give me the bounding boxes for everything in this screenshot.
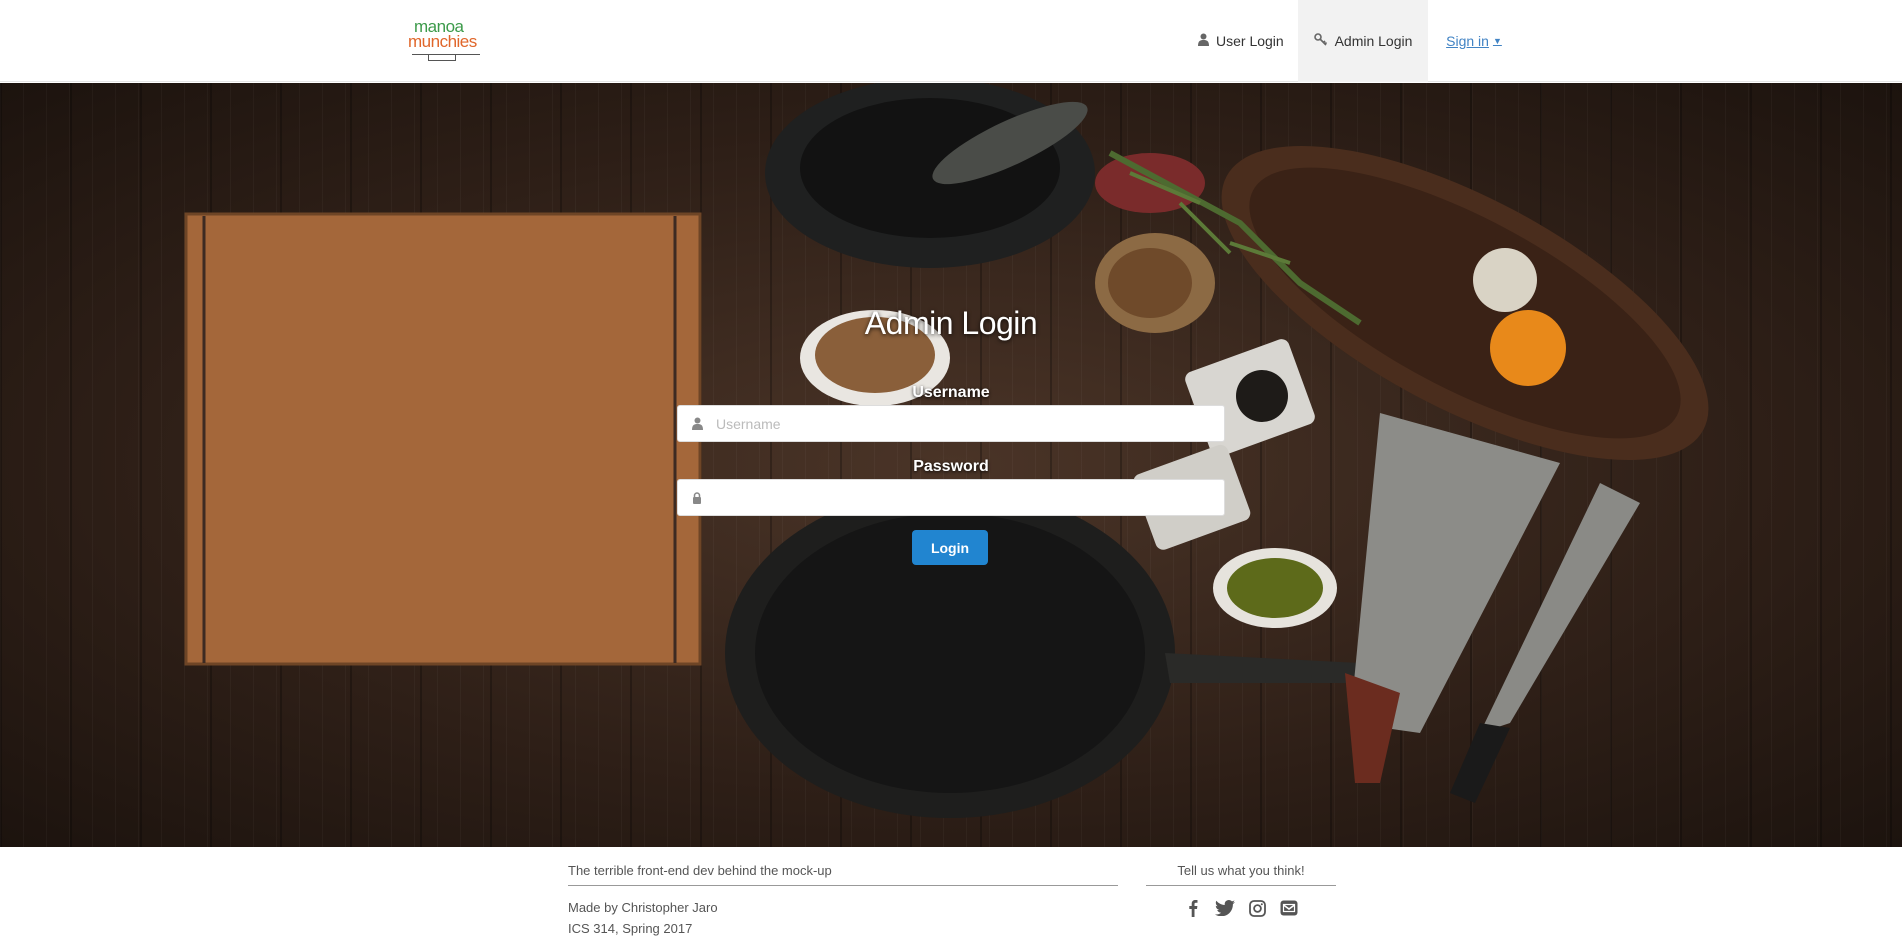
username-label: Username: [912, 384, 990, 401]
top-nav-bar: manoa munchies User Login Admin Login Si…: [0, 0, 1902, 82]
footer: The terrible front-end dev behind the mo…: [0, 847, 1902, 936]
hero-background: Admin Login Username Password Login: [0, 83, 1902, 847]
footer-made-by: Made by Christopher Jaro: [568, 900, 718, 915]
footer-feedback-heading: Tell us what you think!: [1177, 863, 1305, 878]
lock-icon: [678, 491, 716, 504]
nav-admin-login[interactable]: Admin Login: [1298, 0, 1428, 82]
username-input[interactable]: [716, 415, 1206, 432]
nav-user-login[interactable]: User Login: [1188, 0, 1298, 82]
nav-admin-login-label: Admin Login: [1334, 33, 1413, 49]
sign-in-label: Sign in: [1446, 33, 1489, 49]
logo-table-base: [428, 55, 456, 61]
password-label: Password: [913, 458, 989, 475]
instagram-icon[interactable]: [1246, 897, 1268, 919]
footer-dev-heading: The terrible front-end dev behind the mo…: [568, 863, 832, 878]
manoa-munchies-logo[interactable]: manoa munchies: [408, 18, 482, 62]
key-icon: [1313, 33, 1328, 49]
password-input[interactable]: [716, 489, 1206, 506]
admin-login-form: Admin Login Username Password Login: [0, 83, 1902, 847]
nav-user-login-label: User Login: [1216, 33, 1284, 49]
sign-in-dropdown[interactable]: Sign in ▼: [1434, 0, 1514, 82]
username-field[interactable]: [677, 405, 1225, 442]
logo-text-line2: munchies: [408, 32, 477, 51]
page-title: Admin Login: [864, 305, 1038, 341]
login-button[interactable]: Login: [912, 530, 988, 565]
facebook-icon[interactable]: [1182, 897, 1204, 919]
twitter-icon[interactable]: [1214, 897, 1236, 919]
mail-icon[interactable]: [1278, 897, 1300, 919]
user-icon: [1198, 33, 1209, 49]
password-field[interactable]: [677, 479, 1225, 516]
user-icon: [678, 417, 716, 430]
social-links: [1182, 897, 1300, 919]
footer-divider-right: [1146, 885, 1336, 886]
footer-divider-left: [568, 885, 1118, 886]
chevron-down-icon: ▼: [1492, 36, 1502, 46]
